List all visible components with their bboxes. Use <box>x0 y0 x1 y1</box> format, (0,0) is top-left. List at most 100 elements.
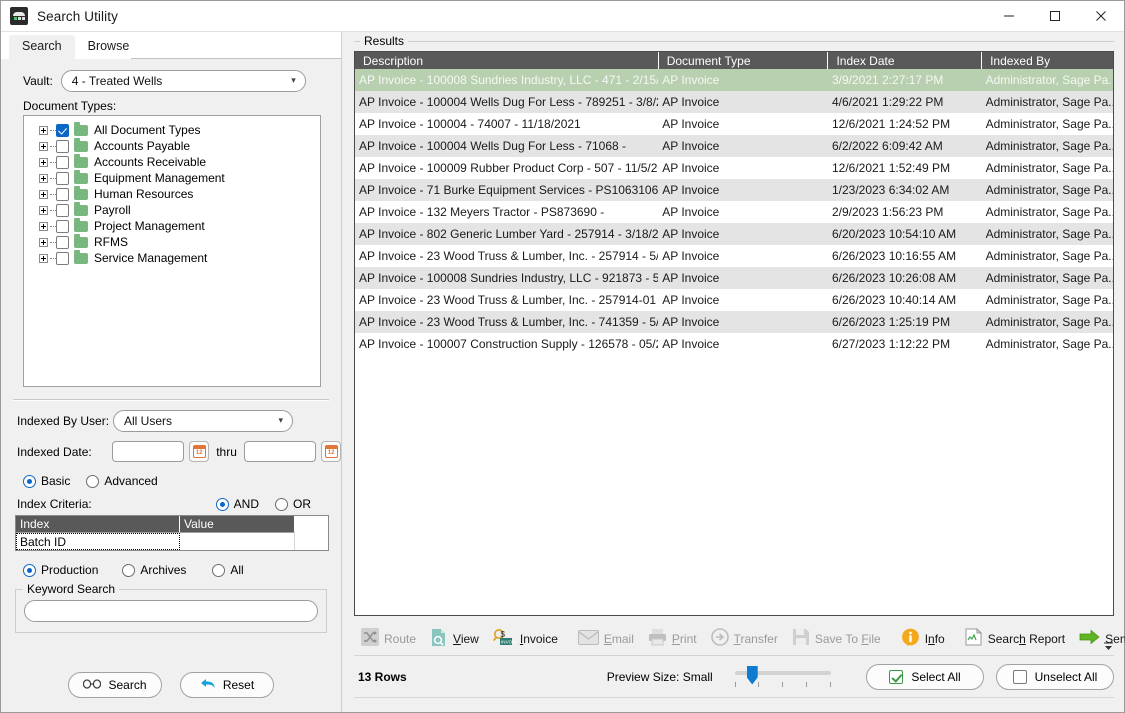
tree-node-equipment-management[interactable]: Equipment Management <box>30 170 320 186</box>
radio-archives[interactable]: Archives <box>122 563 186 577</box>
close-icon[interactable] <box>1078 1 1124 32</box>
radio-production[interactable]: Production <box>23 563 98 577</box>
tab-search[interactable]: Search <box>9 35 75 59</box>
route-label: Route <box>384 631 417 646</box>
expand-icon[interactable] <box>39 173 48 183</box>
calendar-to-button[interactable] <box>321 441 341 462</box>
transfer-button[interactable]: Transfer <box>704 624 785 654</box>
expand-icon[interactable] <box>39 253 48 263</box>
radio-and[interactable]: AND <box>215 497 259 511</box>
column-header-index[interactable]: Index <box>16 516 180 533</box>
index-criteria-row-0[interactable]: Batch ID <box>16 533 328 550</box>
table-row[interactable]: AP Invoice - 100004 - 74007 - 11/18/2021… <box>355 113 1113 135</box>
tree-node-rfms[interactable]: RFMS <box>30 234 320 250</box>
expand-icon[interactable] <box>39 205 48 215</box>
keyword-search-input[interactable] <box>24 600 318 622</box>
cell-indexed-by: Administrator, Sage Pa... <box>981 223 1113 245</box>
tree-node-human-resources[interactable]: Human Resources <box>30 186 320 202</box>
index-criteria-row: Index Criteria: AND OR <box>17 497 341 511</box>
cell-description: AP Invoice - 100004 Wells Dug For Less -… <box>355 91 659 113</box>
checkbox-icon[interactable] <box>56 251 69 265</box>
view-button[interactable]: View <box>423 624 486 654</box>
column-header-description[interactable]: Description <box>355 52 659 69</box>
tree-node-all-document-types[interactable]: All Document Types <box>30 122 320 138</box>
tree-node-accounts-receivable[interactable]: Accounts Receivable <box>30 154 320 170</box>
tree-node-accounts-payable[interactable]: Accounts Payable <box>30 138 320 154</box>
table-row[interactable]: AP Invoice - 100008 Sundries Industry, L… <box>355 69 1113 91</box>
expand-icon[interactable] <box>39 221 48 231</box>
expand-icon[interactable] <box>39 141 48 151</box>
checkbox-icon[interactable] <box>56 187 69 201</box>
checkbox-icon[interactable] <box>56 123 69 137</box>
checkbox-icon[interactable] <box>56 203 69 217</box>
search-report-button[interactable]: Search Report <box>958 624 1072 654</box>
report-chart-icon <box>965 627 983 649</box>
table-row[interactable]: AP Invoice - 23 Wood Truss & Lumber, Inc… <box>355 289 1113 311</box>
cell-description: AP Invoice - 23 Wood Truss & Lumber, Inc… <box>359 249 659 263</box>
checkbox-icon[interactable] <box>56 155 69 169</box>
print-button[interactable]: Print <box>641 624 704 654</box>
radio-advanced[interactable]: Advanced <box>86 474 158 488</box>
vault-dropdown[interactable]: 4 - Treated Wells ▾ <box>60 70 306 92</box>
unselect-all-button[interactable]: Unselect All <box>996 663 1114 690</box>
table-row[interactable]: AP Invoice - 100004 Wells Dug For Less -… <box>355 91 1113 113</box>
checkbox-icon[interactable] <box>56 219 69 233</box>
index-criteria-grid[interactable]: Index Value Batch ID <box>15 515 329 551</box>
table-row[interactable]: AP Invoice - 132 Meyers Tractor - PS8736… <box>355 201 1113 223</box>
radio-basic[interactable]: Basic <box>23 474 70 488</box>
tree-node-project-management[interactable]: Project Management <box>30 218 320 234</box>
info-button[interactable]: Info <box>894 624 952 654</box>
indexed-by-user-dropdown[interactable]: All Users ▾ <box>113 410 293 432</box>
calendar-from-button[interactable] <box>189 441 210 462</box>
criteria-value-cell[interactable] <box>180 533 295 550</box>
cell-document-type: AP Invoice <box>658 223 828 245</box>
table-row[interactable]: AP Invoice - 100009 Rubber Product Corp … <box>355 157 1113 179</box>
select-all-button[interactable]: Select All <box>866 663 984 690</box>
document-types-tree[interactable]: All Document Types Accounts Payable Acco… <box>23 115 321 387</box>
expand-icon[interactable] <box>39 237 48 247</box>
search-button[interactable]: Search <box>68 672 162 698</box>
overflow-chevron-icon[interactable] <box>1102 639 1114 653</box>
table-row[interactable]: AP Invoice - 23 Wood Truss & Lumber, Inc… <box>355 245 1113 267</box>
row-count-label: 13 Rows <box>358 669 407 684</box>
column-header-indexed-by[interactable]: Indexed By <box>981 52 1113 69</box>
email-button[interactable]: Email <box>571 624 641 654</box>
send-button[interactable]: Send <box>1072 624 1125 654</box>
column-header-document-type[interactable]: Document Type <box>658 52 829 69</box>
cell-description: AP Invoice - 100009 Rubber Product Corp … <box>359 161 659 175</box>
results-grid[interactable]: Description Document Type Index Date Ind… <box>354 51 1114 616</box>
checkbox-icon[interactable] <box>56 171 69 185</box>
table-row[interactable]: AP Invoice - 802 Generic Lumber Yard - 2… <box>355 223 1113 245</box>
expand-icon[interactable] <box>39 189 48 199</box>
indexed-date-to-input[interactable] <box>243 441 317 462</box>
table-row[interactable]: AP Invoice - 23 Wood Truss & Lumber, Inc… <box>355 311 1113 333</box>
criteria-index-cell[interactable]: Batch ID <box>16 533 180 550</box>
maximize-icon[interactable] <box>1032 1 1078 32</box>
expand-icon[interactable] <box>39 125 48 135</box>
minimize-icon[interactable] <box>986 1 1032 32</box>
table-row[interactable]: AP Invoice - 100008 Sundries Industry, L… <box>355 267 1113 289</box>
table-row[interactable]: AP Invoice - 100007 Construction Supply … <box>355 333 1113 355</box>
checkbox-icon[interactable] <box>56 139 69 153</box>
cell-index-date: 6/27/2023 1:12:22 PM <box>831 337 951 351</box>
tree-node-service-management[interactable]: Service Management <box>30 250 320 266</box>
tree-node-label: Human Resources <box>94 187 194 201</box>
preview-size-slider[interactable] <box>734 665 831 688</box>
radio-or[interactable]: OR <box>275 497 311 511</box>
column-header-index-date[interactable]: Index Date <box>827 52 983 69</box>
save-to-file-button[interactable]: Save To File <box>785 624 888 654</box>
cell-document-type: AP Invoice <box>662 249 720 263</box>
table-row[interactable]: AP Invoice - 71 Burke Equipment Services… <box>355 179 1113 201</box>
arrow-circle-right-icon <box>710 628 729 649</box>
tab-browse[interactable]: Browse <box>75 35 143 59</box>
route-button[interactable]: Route <box>354 624 423 654</box>
indexed-date-from-input[interactable] <box>112 441 185 462</box>
checkbox-icon[interactable] <box>56 235 69 249</box>
table-row[interactable]: AP Invoice - 100004 Wells Dug For Less -… <box>355 135 1113 157</box>
invoice-button[interactable]: $ INVOICE Invoice <box>486 624 565 654</box>
reset-button[interactable]: Reset <box>180 672 274 698</box>
column-header-value[interactable]: Value <box>180 516 295 533</box>
tree-node-payroll[interactable]: Payroll <box>30 202 320 218</box>
radio-all[interactable]: All <box>212 563 244 577</box>
expand-icon[interactable] <box>39 157 48 167</box>
